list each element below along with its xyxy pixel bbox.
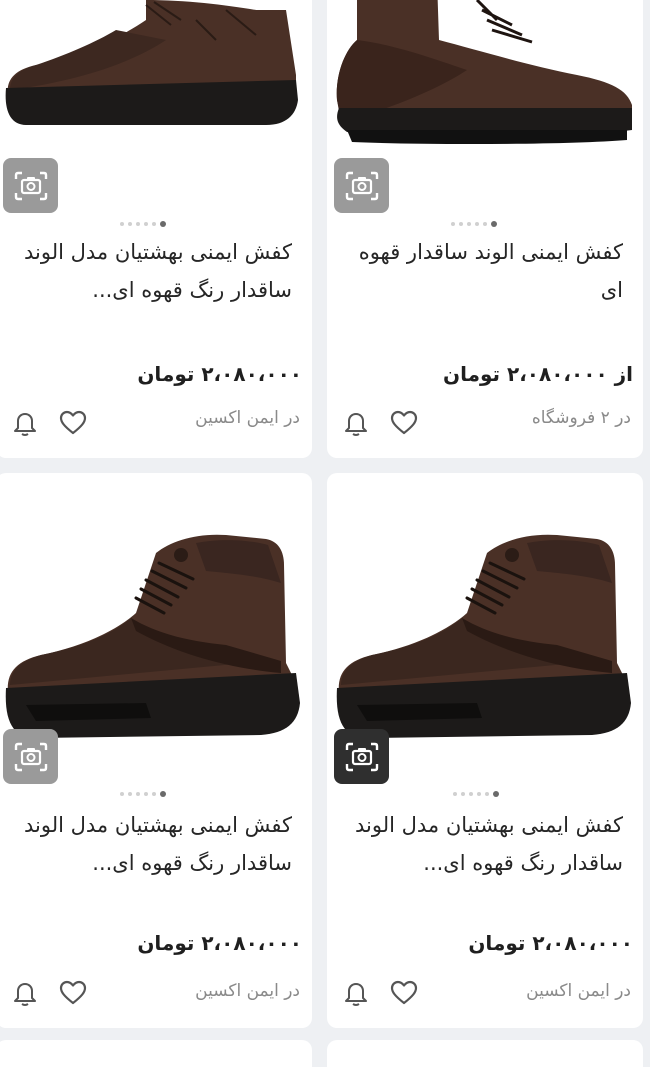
heart-icon[interactable]	[389, 978, 419, 1008]
product-price: ۲،۰۸۰،۰۰۰ تومان	[137, 931, 302, 955]
product-card[interactable]: کفش ایمنی الوند ساقدار قهوه ای از ۲،۰۸۰،…	[327, 0, 643, 458]
heart-icon[interactable]	[58, 978, 88, 1008]
carousel-dot	[467, 222, 471, 226]
carousel-dot	[152, 222, 156, 226]
product-card[interactable]: کفش ایمنی بهشتیان مدل الوند ساقدار رنگ ق…	[0, 0, 312, 458]
carousel-dot-active	[491, 221, 497, 227]
product-card[interactable]: کفش ایمنی بهشتیان مدل الوند ساقدار رنگ ق…	[0, 473, 312, 1028]
carousel-dot	[152, 792, 156, 796]
carousel-dot	[477, 792, 481, 796]
bell-icon[interactable]	[341, 408, 371, 438]
bell-icon[interactable]	[341, 978, 371, 1008]
seller-info[interactable]: در ایمن اکسین	[195, 981, 300, 1001]
carousel-dot-active	[493, 791, 499, 797]
boot-image	[336, 0, 632, 145]
image-search-button[interactable]	[3, 729, 58, 784]
carousel-dot	[485, 792, 489, 796]
heart-icon[interactable]	[58, 408, 88, 438]
heart-icon[interactable]	[389, 408, 419, 438]
camera-search-icon	[14, 742, 47, 771]
bell-icon[interactable]	[10, 408, 40, 438]
carousel-dot	[136, 222, 140, 226]
boot-image	[5, 534, 300, 738]
image-carousel-dots	[120, 221, 166, 227]
camera-search-icon	[345, 171, 378, 200]
image-search-button[interactable]	[334, 729, 389, 784]
product-title[interactable]: کفش ایمنی بهشتیان مدل الوند ساقدار رنگ ق…	[12, 806, 292, 882]
seller-info[interactable]: در ایمن اکسین	[526, 981, 631, 1001]
carousel-dot	[144, 792, 148, 796]
seller-info[interactable]: در ۲ فروشگاه	[532, 408, 631, 428]
image-search-button[interactable]	[3, 158, 58, 213]
carousel-dot	[483, 222, 487, 226]
product-price: ۲،۰۸۰،۰۰۰ تومان	[468, 931, 633, 955]
carousel-dot	[120, 222, 124, 226]
carousel-dot	[469, 792, 473, 796]
carousel-dot	[128, 792, 132, 796]
carousel-dot	[120, 792, 124, 796]
carousel-dot	[461, 792, 465, 796]
bell-icon[interactable]	[10, 978, 40, 1008]
carousel-dot	[144, 222, 148, 226]
image-carousel-dots	[120, 791, 166, 797]
product-title[interactable]: کفش ایمنی بهشتیان مدل الوند ساقدار رنگ ق…	[12, 233, 292, 309]
carousel-dot	[451, 222, 455, 226]
product-card[interactable]	[327, 1040, 643, 1067]
carousel-dot-active	[160, 791, 166, 797]
product-image[interactable]	[0, 0, 312, 227]
product-price: از ۲،۰۸۰،۰۰۰ تومان	[443, 362, 633, 386]
carousel-dot	[459, 222, 463, 226]
carousel-dot	[128, 222, 132, 226]
product-title[interactable]: کفش ایمنی الوند ساقدار قهوه ای	[343, 233, 623, 309]
image-carousel-dots	[453, 791, 499, 797]
image-search-button[interactable]	[334, 158, 389, 213]
product-card[interactable]: کفش ایمنی بهشتیان مدل الوند ساقدار رنگ ق…	[327, 473, 643, 1028]
product-price: ۲،۰۸۰،۰۰۰ تومان	[137, 362, 302, 386]
carousel-dot	[453, 792, 457, 796]
camera-search-icon	[14, 171, 47, 200]
carousel-dot	[136, 792, 140, 796]
product-image[interactable]	[0, 473, 312, 797]
seller-info[interactable]: در ایمن اکسین	[195, 408, 300, 428]
carousel-dot-active	[160, 221, 166, 227]
boot-image	[336, 534, 631, 738]
image-carousel-dots	[451, 221, 497, 227]
carousel-dot	[475, 222, 479, 226]
product-image[interactable]	[327, 473, 643, 797]
boot-image	[5, 0, 299, 125]
product-card[interactable]	[0, 1040, 312, 1067]
product-title[interactable]: کفش ایمنی بهشتیان مدل الوند ساقدار رنگ ق…	[343, 806, 623, 882]
camera-search-icon	[345, 742, 378, 771]
product-image[interactable]	[327, 0, 643, 227]
